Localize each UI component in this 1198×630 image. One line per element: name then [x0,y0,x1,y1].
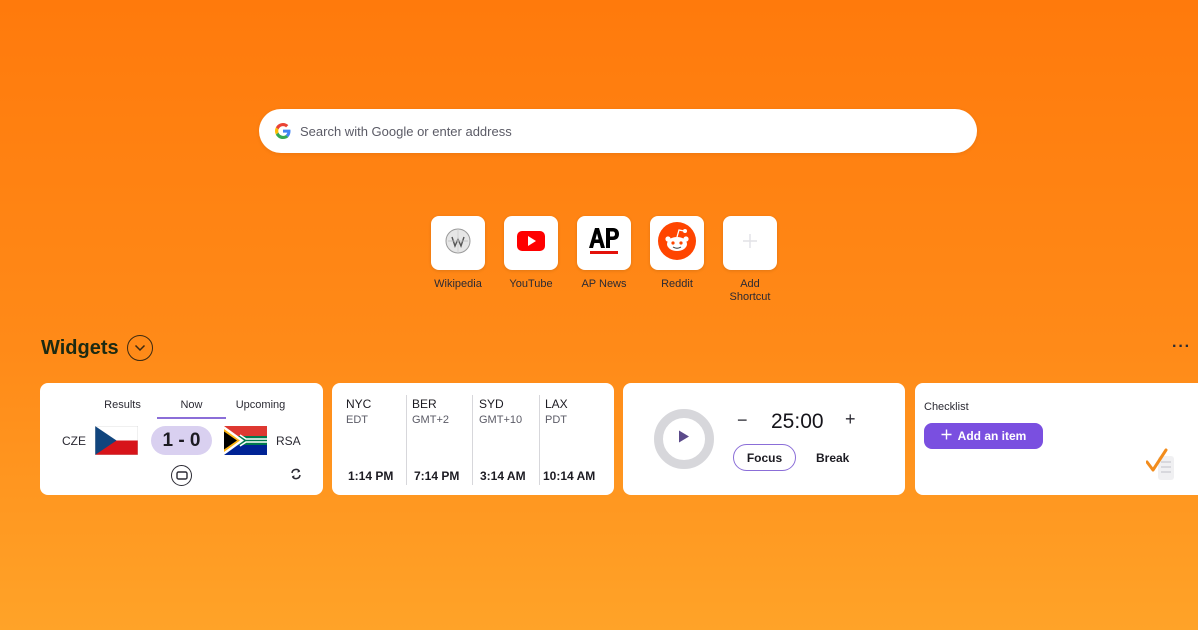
clock-city: LAX [545,397,568,411]
checklist-title: Checklist [924,401,969,413]
widgets-title: Widgets [41,337,119,359]
checklist-widget: Checklist Add an item [915,383,1198,495]
clock-time: 7:14 PM [414,469,460,483]
shortcut-tile[interactable] [431,216,485,270]
clock-timezone: GMT+10 [479,414,523,426]
focus-mode-button[interactable]: Focus [733,444,796,471]
shortcut-wikipedia[interactable]: Wikipedia [431,216,485,304]
clock-divider [406,395,407,485]
tab-results[interactable]: Results [88,399,157,419]
shortcut-label: Wikipedia [434,278,482,290]
match-score: 1 - 0 [151,426,212,455]
tab-now[interactable]: Now [157,399,226,419]
czech-flag-icon [94,425,139,456]
youtube-icon [517,230,545,256]
timer-increase-button[interactable]: + [845,409,856,430]
shortcut-youtube[interactable]: YouTube [504,216,558,304]
shortcut-add[interactable]: Add Shortcut [723,216,777,304]
search-input[interactable] [300,123,940,139]
sports-widget: Results Now Upcoming CZE 1 - 0 RSA [40,383,323,495]
clock-divider [472,395,473,485]
shortcut-tile[interactable] [723,216,777,270]
shortcut-label: YouTube [509,278,553,290]
clock-timezone: GMT+2 [412,414,449,426]
shortcut-label: AP News [581,278,627,290]
timer-value: 25:00 [771,410,824,433]
chevron-down-icon [134,339,146,357]
checklist-illustration-icon [1145,446,1174,485]
add-item-label: Add an item [957,429,1027,443]
watch-tv-icon[interactable] [171,465,192,486]
clock-city: NYC [346,397,372,411]
shortcut-tile[interactable] [650,216,704,270]
shortcut-label: Add Shortcut [729,278,771,303]
add-item-button[interactable]: Add an item [924,423,1043,449]
refresh-icon[interactable] [289,467,303,486]
reddit-icon [658,221,696,265]
home-team: CZE [62,434,86,448]
timer-decrease-button[interactable]: − [737,410,748,431]
clock-time: 3:14 AM [480,469,526,483]
wikipedia-icon [445,228,471,259]
sports-tabs: Results Now Upcoming [88,399,295,419]
shortcuts-row: Wikipedia YouTube AP News Reddit Add Sho… [431,216,777,304]
shortcut-reddit[interactable]: Reddit [650,216,704,304]
focus-timer-widget: − 25:00 + Focus Break [623,383,905,495]
clock-time: 10:14 AM [543,469,596,483]
clock-timezone: PDT [545,414,567,426]
plus-icon [742,233,758,254]
google-g-icon [275,123,291,139]
clock-divider [539,395,540,485]
plus-icon [941,429,952,443]
clock-city: BER [412,397,437,411]
tab-upcoming[interactable]: Upcoming [226,399,295,419]
play-icon [678,430,690,448]
ap-news-icon [587,226,621,261]
more-options-icon[interactable]: ··· [1172,338,1191,356]
widgets-collapse-button[interactable] [127,335,153,361]
timer-play-button[interactable] [654,409,714,469]
clock-city: SYD [479,397,504,411]
world-clock-widget: NYC EDT 1:14 PM BER GMT+2 7:14 PM SYD GM… [332,383,614,495]
break-mode-button[interactable]: Break [816,451,849,465]
south-africa-flag-icon [224,426,267,455]
shortcut-tile[interactable] [577,216,631,270]
shortcut-ap-news[interactable]: AP News [577,216,631,304]
clock-timezone: EDT [346,414,368,426]
search-bar[interactable] [259,109,977,153]
away-team: RSA [276,434,301,448]
shortcut-label: Reddit [661,278,693,290]
clock-time: 1:14 PM [348,469,394,483]
shortcut-tile[interactable] [504,216,558,270]
